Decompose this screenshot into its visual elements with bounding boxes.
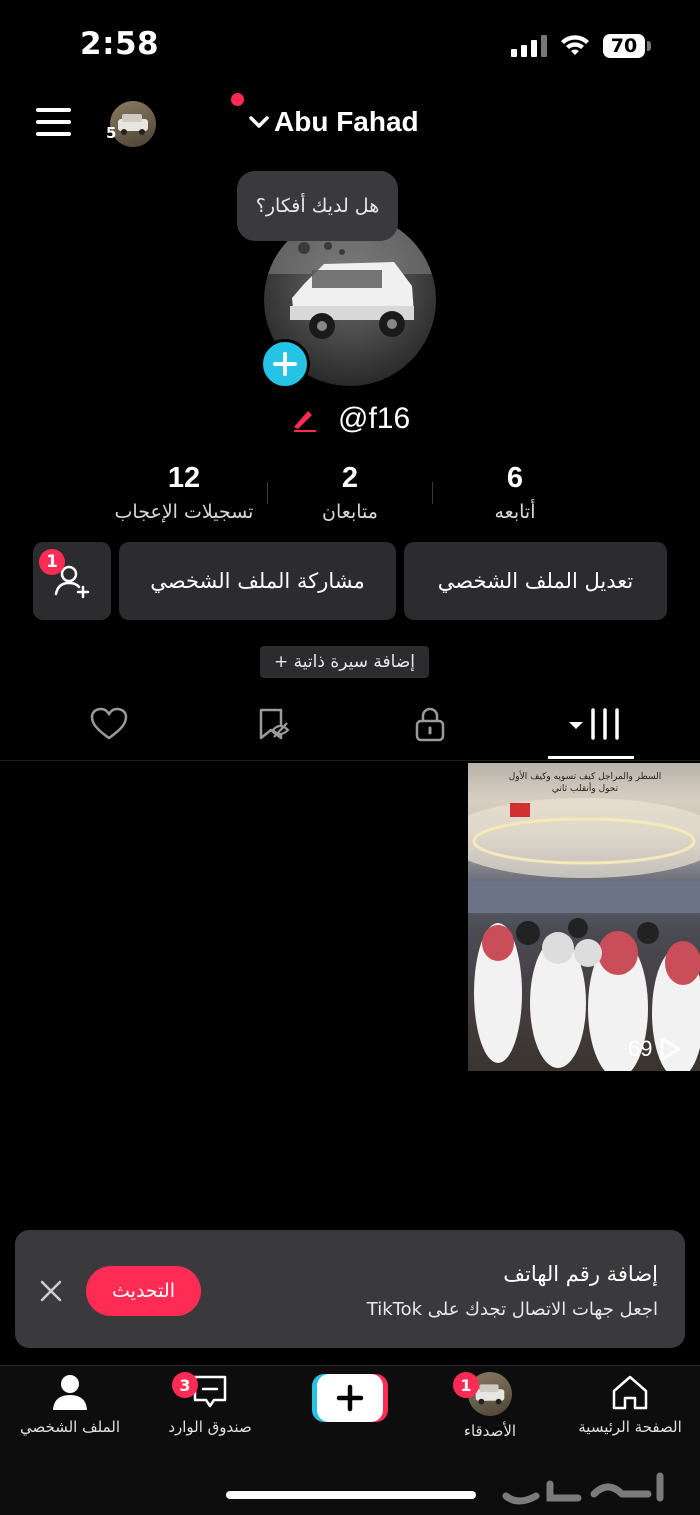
toast-title: إضافة رقم الهاتف xyxy=(503,1262,658,1286)
home-icon xyxy=(612,1375,648,1410)
nav-profile-label: الملف الشخصي xyxy=(20,1418,120,1436)
stat-following-label: أتابعه xyxy=(494,501,536,523)
tabs-divider xyxy=(0,760,700,761)
bubble-tail xyxy=(298,242,345,255)
nav-create[interactable] xyxy=(280,1372,420,1452)
watermark-logo xyxy=(502,1472,664,1505)
username-title: Abu Fahad xyxy=(274,106,419,137)
ideas-bubble[interactable]: هل لديك أفكار؟ xyxy=(237,171,398,241)
inbox-badge: 3 xyxy=(172,1372,198,1398)
nav-profile[interactable]: الملف الشخصي xyxy=(0,1372,140,1452)
home-indicator xyxy=(226,1491,476,1499)
play-icon xyxy=(661,1037,681,1061)
lock-icon xyxy=(415,707,445,742)
cellular-signal-icon xyxy=(511,35,547,57)
handle-row: @f16 xyxy=(290,402,410,436)
battery-indicator: 70 xyxy=(603,34,645,58)
nav-inbox[interactable]: صندوق الوارد xyxy=(140,1372,280,1452)
menu-icon[interactable] xyxy=(36,108,72,138)
nav-friends[interactable]: الأصدقاء xyxy=(420,1372,560,1452)
stat-following[interactable]: 6 أتابعه xyxy=(415,462,615,523)
toast-subtitle: اجعل جهات الاتصال تجدك على TikTok xyxy=(366,1299,658,1320)
nav-friends-label: الأصدقاء xyxy=(463,1422,517,1440)
video-views-value: 69 xyxy=(628,1036,653,1061)
stat-following-value: 6 xyxy=(506,462,524,494)
close-icon[interactable] xyxy=(38,1278,64,1304)
edit-profile-button[interactable]: تعديل الملف الشخصي xyxy=(404,542,667,620)
active-tab-indicator xyxy=(548,756,634,759)
notification-dot xyxy=(231,93,244,106)
wifi-icon xyxy=(561,35,589,55)
update-button[interactable]: التحديث xyxy=(86,1266,201,1316)
video-thumbnail[interactable] xyxy=(468,763,700,1071)
create-plus-icon xyxy=(312,1374,388,1422)
status-time: 2:58 xyxy=(80,26,160,62)
edit-pencil-icon[interactable] xyxy=(290,405,318,433)
add-bio-button[interactable]: + إضافة سيرة ذاتية xyxy=(260,646,429,678)
account-count: 5 xyxy=(106,124,117,142)
nav-inbox-label: صندوق الوارد xyxy=(168,1418,252,1436)
nav-home-label: الصفحة الرئيسية xyxy=(578,1418,682,1436)
add-friends-badge: 1 xyxy=(39,549,65,575)
tab-reposts[interactable] xyxy=(243,700,303,748)
nav-home[interactable]: الصفحة الرئيسية xyxy=(560,1372,700,1452)
heart-icon xyxy=(90,707,128,740)
video-view-count: 69 xyxy=(628,1036,682,1062)
profile-handle: @f16 xyxy=(338,402,411,435)
profile-icon xyxy=(53,1375,87,1410)
video-caption: السطر والمراجل كيف تسويه وكيف الأول تحول… xyxy=(508,772,662,794)
share-profile-button[interactable]: مشاركة الملف الشخصي xyxy=(119,542,396,620)
battery-tip xyxy=(647,41,651,51)
plus-icon xyxy=(273,352,297,376)
add-photo-button[interactable] xyxy=(260,339,310,389)
tab-private[interactable] xyxy=(400,700,460,748)
username-switcher[interactable]: Abu Fahad xyxy=(248,102,419,142)
chevron-down-icon xyxy=(249,116,269,128)
bookmark-hidden-icon xyxy=(259,708,290,740)
account-switcher-avatar[interactable] xyxy=(110,101,156,147)
tab-videos[interactable] xyxy=(558,700,628,748)
friends-badge: 1 xyxy=(453,1372,479,1398)
videos-grid-icon xyxy=(569,708,619,740)
tab-liked[interactable] xyxy=(79,700,139,748)
